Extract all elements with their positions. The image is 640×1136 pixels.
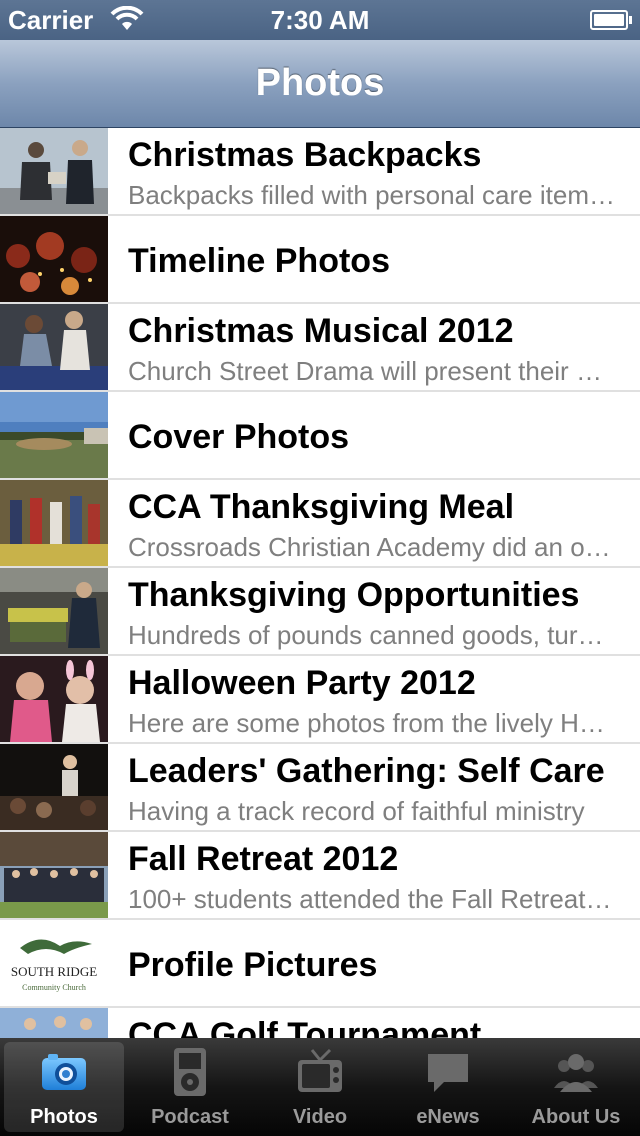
album-subtitle: Church Street Drama will present their C… [128, 356, 616, 386]
album-row[interactable]: Halloween Party 2012 Here are some photo… [0, 656, 640, 744]
album-title: CCA Thanksgiving Meal [128, 488, 515, 526]
album-subtitle: 100+ students attended the Fall Retreat … [128, 884, 616, 914]
tab-podcast[interactable]: Podcast [130, 1042, 250, 1132]
album-title: Christmas Musical 2012 [128, 312, 514, 350]
tv-icon [298, 1048, 342, 1092]
album-row[interactable]: Christmas Backpacks Backpacks filled wit… [0, 128, 640, 216]
tab-about-us[interactable]: About Us [516, 1042, 636, 1132]
album-subtitle: Backpacks filled with personal care item… [128, 180, 616, 210]
album-title: Timeline Photos [128, 242, 390, 280]
album-title: CCA Golf Tournament [128, 1016, 482, 1038]
battery-icon [590, 10, 632, 30]
album-thumbnail [0, 480, 108, 566]
navigation-bar: Photos [0, 40, 640, 128]
album-title: Fall Retreat 2012 [128, 840, 399, 878]
svg-text:Community Church: Community Church [22, 983, 86, 992]
album-thumbnail [0, 216, 108, 302]
album-title: Christmas Backpacks [128, 136, 482, 174]
album-row[interactable]: Cover Photos [0, 392, 640, 480]
ipod-icon [174, 1048, 206, 1096]
album-thumbnail [0, 568, 108, 654]
album-subtitle: Hundreds of pounds canned goods, turkeys… [128, 620, 616, 650]
tab-label: Photos [30, 1106, 98, 1128]
album-thumbnail [0, 832, 108, 918]
album-row[interactable]: Fall Retreat 2012 100+ students attended… [0, 832, 640, 920]
tab-video[interactable]: Video [260, 1042, 380, 1132]
album-thumbnail [0, 304, 108, 390]
album-row[interactable]: Thanksgiving Opportunities Hundreds of p… [0, 568, 640, 656]
album-row[interactable]: Leaders' Gathering: Self Care Having a t… [0, 744, 640, 832]
album-row[interactable]: Christmas Musical 2012 Church Street Dra… [0, 304, 640, 392]
album-list[interactable]: Christmas Backpacks Backpacks filled wit… [0, 128, 640, 1038]
album-title: Leaders' Gathering: Self Care [128, 752, 605, 790]
tab-label: Podcast [151, 1106, 229, 1128]
album-title: Halloween Party 2012 [128, 664, 476, 702]
tab-label: Video [292, 1106, 348, 1128]
status-bar: Carrier 7:30 AM [0, 0, 640, 40]
svg-text:SOUTH RIDGE: SOUTH RIDGE [11, 964, 97, 979]
album-subtitle: Here are some photos from the lively Hal… [128, 708, 616, 738]
speech-bubble-icon [428, 1054, 468, 1092]
tab-photos[interactable]: Photos [4, 1042, 124, 1132]
camera-icon [42, 1054, 86, 1090]
church-logo: SOUTH RIDGE Community Church [0, 920, 108, 1006]
tab-label: eNews [416, 1106, 480, 1128]
page-title: Photos [255, 62, 385, 104]
album-thumbnail [0, 1008, 108, 1038]
album-row[interactable]: SOUTH RIDGE Community Church Profile Pic… [0, 920, 640, 1008]
album-thumbnail [0, 744, 108, 830]
album-subtitle: Having a track record of faithful minist… [128, 796, 585, 826]
tab-enews[interactable]: eNews [388, 1042, 508, 1132]
album-row[interactable]: Timeline Photos [0, 216, 640, 304]
album-thumbnail [0, 392, 108, 478]
tab-bar: Photos Podcast Video eNews About Us [0, 1038, 640, 1136]
album-title: Cover Photos [128, 418, 350, 456]
clock: 7:30 AM [270, 5, 370, 35]
album-row[interactable]: CCA Thanksgiving Meal Crossroads Christi… [0, 480, 640, 568]
album-title: Profile Pictures [128, 946, 378, 984]
album-thumbnail [0, 656, 108, 742]
people-icon [554, 1054, 598, 1092]
album-row[interactable]: CCA Golf Tournament [0, 1008, 640, 1038]
tab-label: About Us [531, 1106, 621, 1128]
album-title: Thanksgiving Opportunities [128, 576, 580, 614]
album-thumbnail [0, 128, 108, 214]
album-subtitle: Crossroads Christian Academy did an outs… [128, 532, 616, 562]
